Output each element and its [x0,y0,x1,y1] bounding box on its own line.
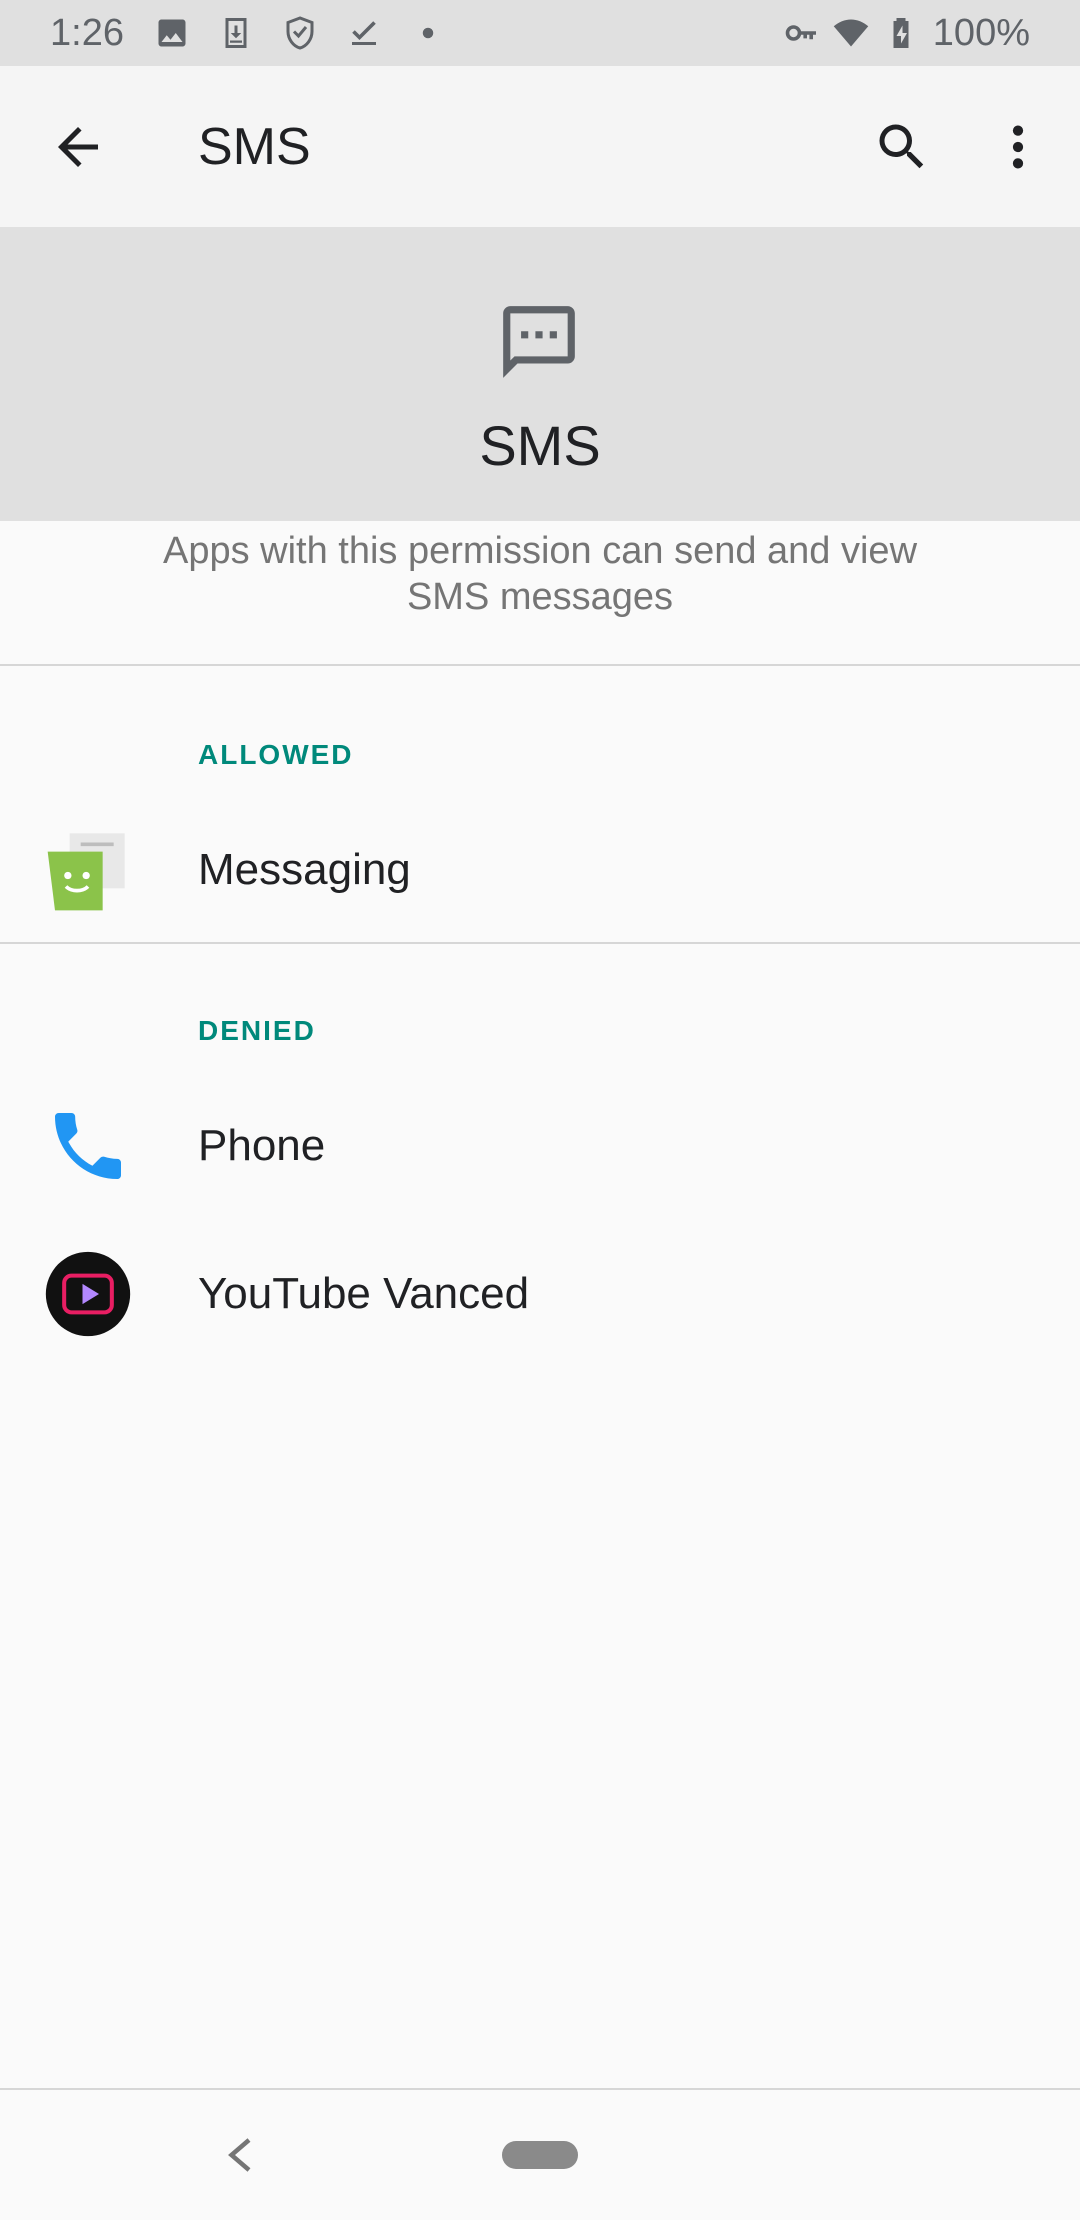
app-name: Phone [198,1121,326,1170]
image-icon [158,19,186,47]
battery-percent: 100% [932,11,1030,54]
app-row-phone[interactable]: Phone [0,1076,1080,1216]
status-left-icons [154,15,446,51]
checkmark-icon [351,21,376,45]
phone-app-icon [55,1113,121,1179]
app-name: Messaging [198,845,411,894]
section-header-denied: DENIED [198,1015,316,1046]
permission-description: Apps with this permission can send and v… [162,530,918,618]
navigation-bar [0,2088,1080,2220]
divider [0,942,1080,944]
vpn-key-icon [785,25,816,41]
youtube-vanced-app-icon [45,1251,131,1337]
status-time: 1:26 [50,11,124,54]
permission-header: SMS [0,227,1080,521]
home-pill[interactable] [502,2141,578,2169]
permission-title: SMS [479,414,601,477]
shield-icon [286,16,314,50]
app-bar: SMS [0,66,1080,227]
battery-charging-icon [893,18,909,48]
divider [0,664,1080,666]
download-icon [225,18,247,48]
section-header-allowed: ALLOWED [198,739,354,770]
app-row-youtube-vanced[interactable]: YouTube Vanced [0,1224,1080,1364]
back-arrow-icon[interactable] [48,117,108,177]
app-name: YouTube Vanced [198,1269,530,1318]
sms-bubble-icon [503,306,575,378]
status-right-icons: 100% [783,12,1030,55]
page-title: SMS [198,117,311,176]
search-icon[interactable] [872,117,932,177]
messaging-app-icon [47,833,125,911]
app-row-messaging[interactable]: Messaging [0,800,1080,940]
dot-icon [422,27,434,39]
more-vert-icon[interactable] [990,117,1046,177]
status-bar: 1:26 100% [0,0,1080,66]
nav-back-icon[interactable] [224,2135,254,2175]
wifi-icon [833,19,869,47]
